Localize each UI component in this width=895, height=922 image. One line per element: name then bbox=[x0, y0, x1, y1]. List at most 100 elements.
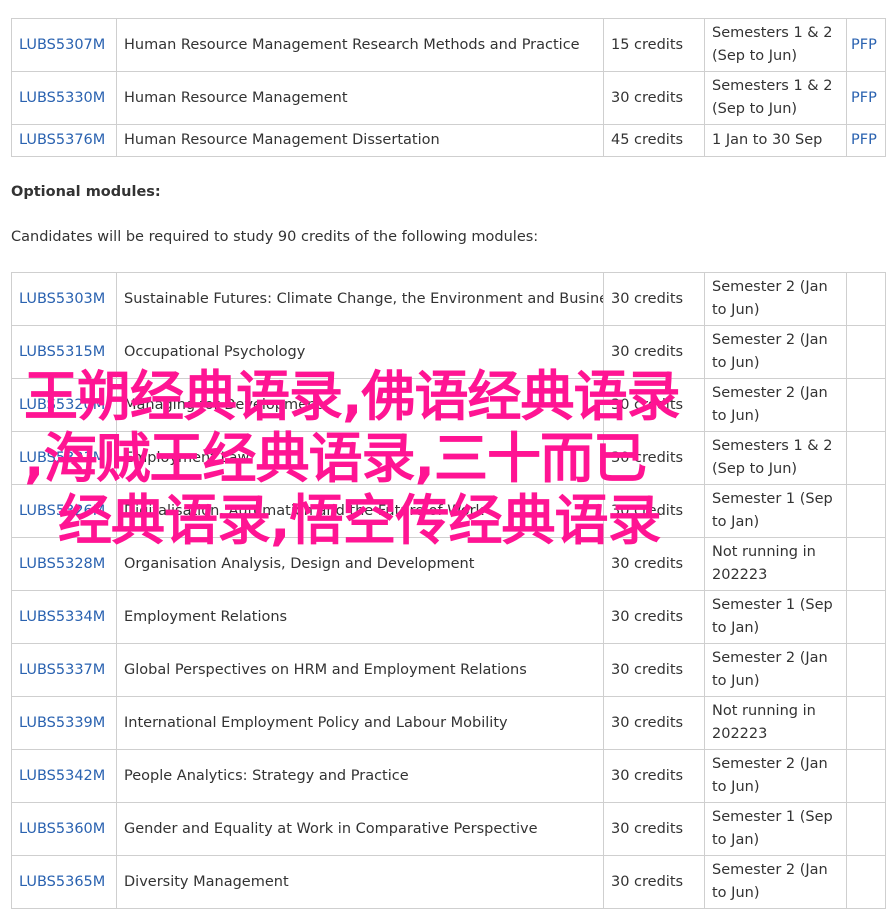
module-code-link[interactable]: LUBS5321M bbox=[19, 450, 105, 466]
module-type-cell bbox=[846, 590, 886, 644]
table-row: LUBS5303M Sustainable Futures: Climate Ch… bbox=[11, 272, 886, 326]
table-row: LUBS5326M Digitalisation, Automation and … bbox=[11, 484, 886, 538]
module-title: Gender and Equality at Work in Comparati… bbox=[116, 802, 604, 856]
module-semester: Semesters 1 & 2 (Sep to Jun) bbox=[704, 431, 847, 485]
module-credits: 30 credits bbox=[603, 696, 705, 750]
table-row: LUBS5321M Employment Law 30 credits Semeste… bbox=[11, 431, 886, 485]
module-title: Diversity Management bbox=[116, 855, 604, 909]
module-title: Human Resource Management Dissertation bbox=[116, 124, 604, 157]
module-semester: Semester 2 (Jan to Jun) bbox=[704, 749, 847, 803]
module-code-cell: LUBS5326M bbox=[11, 484, 117, 538]
module-code-link[interactable]: LUBS5320M bbox=[19, 397, 105, 413]
module-title: Occupational Psychology bbox=[116, 325, 604, 379]
optional-modules-intro: Candidates will be required to study 90 … bbox=[11, 229, 539, 245]
module-credits: 15 credits bbox=[603, 18, 705, 72]
module-credits: 30 credits bbox=[603, 378, 705, 432]
module-type-cell bbox=[846, 325, 886, 379]
module-credits: 30 credits bbox=[603, 802, 705, 856]
module-type-cell bbox=[846, 431, 886, 485]
module-semester: Semester 2 (Jan to Jun) bbox=[704, 378, 847, 432]
optional-modules-table: LUBS5303M Sustainable Futures: Climate Ch… bbox=[11, 272, 886, 909]
module-code-cell: LUBS5360M bbox=[11, 802, 117, 856]
module-semester: Semester 1 (Sep to Jan) bbox=[704, 590, 847, 644]
module-code-cell: LUBS5315M bbox=[11, 325, 117, 379]
module-credits: 30 credits bbox=[603, 325, 705, 379]
module-code-cell: LUBS5334M bbox=[11, 590, 117, 644]
table-row: LUBS5339M International Employment Policy… bbox=[11, 696, 886, 750]
module-code-link[interactable]: LUBS5339M bbox=[19, 715, 105, 731]
module-credits: 45 credits bbox=[603, 124, 705, 157]
module-type-cell bbox=[846, 484, 886, 538]
module-code-cell: LUBS5339M bbox=[11, 696, 117, 750]
module-title: Human Resource Management bbox=[116, 71, 604, 125]
table-row: LUBS5328M Organisation Analysis, Design a… bbox=[11, 537, 886, 591]
table-row: LUBS5365M Diversity Management 30 credits S… bbox=[11, 855, 886, 909]
module-title: Human Resource Management Research Metho… bbox=[116, 18, 604, 72]
module-type-cell: PFP bbox=[846, 18, 886, 72]
table-row: LUBS5337M Global Perspectives on HRM and … bbox=[11, 643, 886, 697]
module-title: Global Perspectives on HRM and Employmen… bbox=[116, 643, 604, 697]
module-semester: Semester 2 (Jan to Jun) bbox=[704, 855, 847, 909]
table-row: LUBS5376M Human Resource Management Diss… bbox=[11, 124, 886, 157]
module-code-link[interactable]: LUBS5326M bbox=[19, 503, 105, 519]
module-semester: Semester 2 (Jan to Jun) bbox=[704, 643, 847, 697]
module-code-cell: LUBS5342M bbox=[11, 749, 117, 803]
pfp-link[interactable]: PFP bbox=[851, 132, 877, 148]
module-title: Employment Law bbox=[116, 431, 604, 485]
pfp-link[interactable]: PFP bbox=[851, 37, 877, 53]
module-code-link[interactable]: LUBS5315M bbox=[19, 344, 105, 360]
module-page: LUBS5307M Human Resource Management Rese… bbox=[0, 0, 895, 922]
module-credits: 30 credits bbox=[603, 272, 705, 326]
module-code-cell: LUBS5320M bbox=[11, 378, 117, 432]
module-type-cell bbox=[846, 855, 886, 909]
module-code-link[interactable]: LUBS5365M bbox=[19, 874, 105, 890]
module-code-cell: LUBS5303M bbox=[11, 272, 117, 326]
module-credits: 30 credits bbox=[603, 643, 705, 697]
module-semester: Not running in 202223 bbox=[704, 537, 847, 591]
module-code-link[interactable]: LUBS5307M bbox=[19, 37, 105, 53]
module-semester: Semester 1 (Sep to Jan) bbox=[704, 802, 847, 856]
module-type-cell bbox=[846, 643, 886, 697]
module-type-cell bbox=[846, 749, 886, 803]
module-code-cell: LUBS5365M bbox=[11, 855, 117, 909]
module-credits: 30 credits bbox=[603, 431, 705, 485]
module-code-cell: LUBS5330M bbox=[11, 71, 117, 125]
module-type-cell bbox=[846, 537, 886, 591]
module-code-link[interactable]: LUBS5342M bbox=[19, 768, 105, 784]
module-title: Organisation Analysis, Design and Develo… bbox=[116, 537, 604, 591]
module-code-cell: LUBS5321M bbox=[11, 431, 117, 485]
module-code-cell: LUBS5328M bbox=[11, 537, 117, 591]
module-credits: 30 credits bbox=[603, 590, 705, 644]
core-modules-table: LUBS5307M Human Resource Management Rese… bbox=[11, 18, 886, 157]
module-code-link[interactable]: LUBS5303M bbox=[19, 291, 105, 307]
module-type-cell bbox=[846, 272, 886, 326]
module-type-cell: PFP bbox=[846, 71, 886, 125]
module-semester: Semester 2 (Jan to Jun) bbox=[704, 325, 847, 379]
module-code-link[interactable]: LUBS5330M bbox=[19, 90, 105, 106]
module-type-cell bbox=[846, 696, 886, 750]
module-title: Sustainable Futures: Climate Change, the… bbox=[116, 272, 604, 326]
module-semester: Not running in 202223 bbox=[704, 696, 847, 750]
table-row: LUBS5320M Managing for Development 30 cred… bbox=[11, 378, 886, 432]
module-semester: Semesters 1 & 2 (Sep to Jun) bbox=[704, 71, 847, 125]
pfp-link[interactable]: PFP bbox=[851, 90, 877, 106]
module-credits: 30 credits bbox=[603, 537, 705, 591]
module-type-cell: PFP bbox=[846, 124, 886, 157]
module-title: Employment Relations bbox=[116, 590, 604, 644]
module-code-link[interactable]: LUBS5328M bbox=[19, 556, 105, 572]
module-code-link[interactable]: LUBS5360M bbox=[19, 821, 105, 837]
module-code-link[interactable]: LUBS5337M bbox=[19, 662, 105, 678]
module-type-cell bbox=[846, 378, 886, 432]
module-credits: 30 credits bbox=[603, 749, 705, 803]
table-row: LUBS5360M Gender and Equality at Work in … bbox=[11, 802, 886, 856]
module-credits: 30 credits bbox=[603, 855, 705, 909]
module-code-cell: LUBS5376M bbox=[11, 124, 117, 157]
table-row: LUBS5307M Human Resource Management Rese… bbox=[11, 18, 886, 72]
module-title: Digitalisation, Automation and the Futur… bbox=[116, 484, 604, 538]
module-code-link[interactable]: LUBS5376M bbox=[19, 132, 105, 148]
module-title: Managing for Development bbox=[116, 378, 604, 432]
module-code-link[interactable]: LUBS5334M bbox=[19, 609, 105, 625]
table-row: LUBS5342M People Analytics: Strategy and … bbox=[11, 749, 886, 803]
module-type-cell bbox=[846, 802, 886, 856]
module-credits: 30 credits bbox=[603, 484, 705, 538]
